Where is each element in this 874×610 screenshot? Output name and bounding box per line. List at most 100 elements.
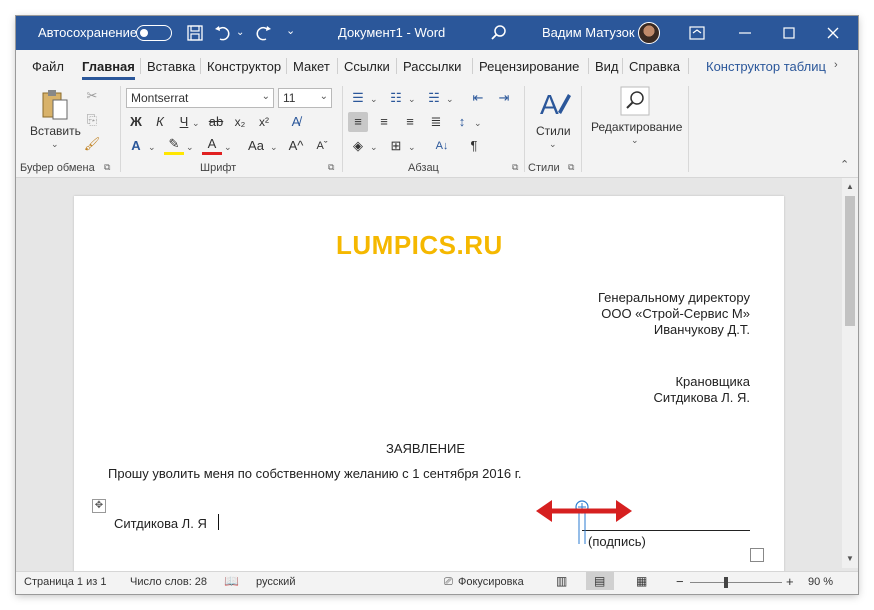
- customize-qat-icon[interactable]: ⌄: [286, 24, 295, 37]
- grow-font-icon[interactable]: A^: [286, 136, 306, 156]
- search-icon[interactable]: [620, 86, 650, 116]
- language-label[interactable]: русский: [256, 576, 295, 588]
- zoom-in-icon[interactable]: +: [786, 574, 794, 589]
- tab-help[interactable]: Справка: [629, 59, 680, 74]
- autosave-toggle[interactable]: [136, 25, 172, 41]
- tab-file[interactable]: Файл: [32, 59, 64, 74]
- tab-view[interactable]: Вид: [595, 59, 619, 74]
- align-left-icon[interactable]: ≡: [348, 112, 368, 132]
- zoom-out-icon[interactable]: −: [676, 574, 684, 589]
- paste-dropdown-icon[interactable]: ⌄: [51, 139, 59, 150]
- shading-icon[interactable]: ◈: [348, 136, 368, 156]
- line-spacing-icon[interactable]: ↕: [452, 112, 472, 132]
- change-case-button[interactable]: Аа: [242, 136, 270, 156]
- tab-layout[interactable]: Макет: [293, 59, 330, 74]
- read-mode-icon[interactable]: ▥: [556, 574, 567, 588]
- signer-name[interactable]: Ситдикова Л. Я: [114, 516, 207, 531]
- multilevel-dropdown-icon[interactable]: ⌄: [446, 94, 454, 105]
- sort-icon[interactable]: A↓: [432, 136, 452, 156]
- word-count[interactable]: Число слов: 28: [130, 576, 207, 588]
- maximize-icon[interactable]: [778, 22, 800, 44]
- page-count[interactable]: Страница 1 из 1: [24, 576, 106, 588]
- subscript-icon[interactable]: x₂: [230, 112, 250, 132]
- superscript-icon[interactable]: x²: [254, 112, 274, 132]
- decrease-indent-icon[interactable]: ⇤: [468, 88, 488, 108]
- borders-icon[interactable]: ⊞: [386, 136, 406, 156]
- bold-button[interactable]: Ж: [126, 112, 146, 132]
- focus-icon[interactable]: ⎚: [444, 576, 453, 589]
- tab-insert[interactable]: Вставка: [147, 59, 195, 74]
- numbering-icon[interactable]: ☷: [386, 88, 406, 108]
- minimize-icon[interactable]: [734, 22, 756, 44]
- editing-dropdown-icon[interactable]: ⌄: [631, 135, 639, 146]
- font-color-dropdown-icon[interactable]: ⌄: [224, 142, 232, 153]
- strikethrough-icon[interactable]: ab: [206, 112, 226, 132]
- focus-button[interactable]: Фокусировка: [458, 576, 524, 588]
- scroll-thumb[interactable]: [845, 196, 855, 326]
- proofing-icon[interactable]: 📖: [224, 574, 239, 588]
- italic-button[interactable]: К: [150, 112, 170, 132]
- redo-icon[interactable]: [252, 22, 274, 44]
- styles-dropdown-icon[interactable]: ⌄: [549, 139, 557, 150]
- styles-launcher-icon[interactable]: ⧉: [568, 162, 574, 173]
- align-center-icon[interactable]: ≡: [374, 112, 394, 132]
- clear-formatting-icon[interactable]: A̸: [286, 112, 306, 132]
- styles-label[interactable]: Стили: [536, 124, 571, 138]
- text-effects-dropdown-icon[interactable]: ⌄: [148, 142, 156, 153]
- zoom-slider-thumb[interactable]: [724, 577, 728, 588]
- justify-icon[interactable]: ≣: [426, 112, 446, 132]
- font-name-select[interactable]: Montserrat ⌄: [126, 88, 274, 108]
- zoom-slider[interactable]: [690, 582, 782, 583]
- tab-references[interactable]: Ссылки: [344, 59, 390, 74]
- text-effects-icon[interactable]: A: [126, 136, 146, 156]
- highlight-dropdown-icon[interactable]: ⌄: [186, 142, 194, 153]
- align-right-icon[interactable]: ≡: [400, 112, 420, 132]
- table-resize-handle[interactable]: [750, 548, 764, 562]
- cut-icon[interactable]: ✂: [82, 86, 102, 106]
- search-icon[interactable]: [488, 22, 510, 44]
- show-marks-icon[interactable]: ¶: [464, 136, 484, 156]
- avatar[interactable]: [638, 22, 660, 44]
- numbering-dropdown-icon[interactable]: ⌄: [408, 94, 416, 105]
- font-size-select[interactable]: 11 ⌄: [278, 88, 332, 108]
- underline-button[interactable]: Ч: [174, 112, 194, 132]
- line-spacing-dropdown-icon[interactable]: ⌄: [474, 118, 482, 129]
- web-layout-icon[interactable]: ▦: [636, 574, 647, 588]
- vertical-scrollbar[interactable]: ▲ ▼: [842, 178, 858, 568]
- shading-dropdown-icon[interactable]: ⌄: [370, 142, 378, 153]
- editing-label[interactable]: Редактирование: [591, 120, 682, 134]
- ribbon-display-options-icon[interactable]: [686, 22, 708, 44]
- tab-review[interactable]: Рецензирование: [479, 59, 579, 74]
- collapse-ribbon-icon[interactable]: ⌃: [840, 158, 849, 171]
- undo-dropdown-icon[interactable]: ⌄: [236, 27, 244, 38]
- case-dropdown-icon[interactable]: ⌄: [270, 142, 278, 153]
- scroll-up-icon[interactable]: ▲: [842, 180, 858, 194]
- copy-icon[interactable]: ⎘: [82, 110, 102, 130]
- clipboard-launcher-icon[interactable]: ⧉: [104, 162, 110, 173]
- bullets-dropdown-icon[interactable]: ⌄: [370, 94, 378, 105]
- font-color-icon[interactable]: A: [202, 136, 222, 155]
- scroll-down-icon[interactable]: ▼: [842, 552, 858, 566]
- paragraph-launcher-icon[interactable]: ⧉: [512, 162, 518, 173]
- tab-table-design[interactable]: Конструктор таблиц: [706, 59, 826, 74]
- tabs-scroll-right-icon[interactable]: ›: [834, 59, 838, 71]
- undo-icon[interactable]: [212, 22, 234, 44]
- styles-icon[interactable]: A: [538, 86, 572, 120]
- close-icon[interactable]: [822, 22, 844, 44]
- tab-home[interactable]: Главная: [82, 59, 135, 80]
- format-painter-icon[interactable]: 🖌: [82, 134, 102, 154]
- borders-dropdown-icon[interactable]: ⌄: [408, 142, 416, 153]
- document-page[interactable]: LUMPICS.RU Генеральному директору ООО «С…: [74, 196, 784, 576]
- paste-icon[interactable]: [40, 88, 70, 122]
- table-move-handle-icon[interactable]: ✥: [92, 499, 106, 513]
- highlight-icon[interactable]: ✎: [164, 136, 184, 155]
- tab-design[interactable]: Конструктор: [207, 59, 281, 74]
- shrink-font-icon[interactable]: Aˇ: [312, 136, 332, 156]
- tab-mailings[interactable]: Рассылки: [403, 59, 461, 74]
- font-launcher-icon[interactable]: ⧉: [328, 162, 334, 173]
- increase-indent-icon[interactable]: ⇥: [494, 88, 514, 108]
- zoom-level[interactable]: 90 %: [808, 576, 833, 588]
- save-icon[interactable]: [184, 22, 206, 44]
- underline-dropdown-icon[interactable]: ⌄: [192, 118, 200, 129]
- paste-label[interactable]: Вставить: [30, 124, 81, 138]
